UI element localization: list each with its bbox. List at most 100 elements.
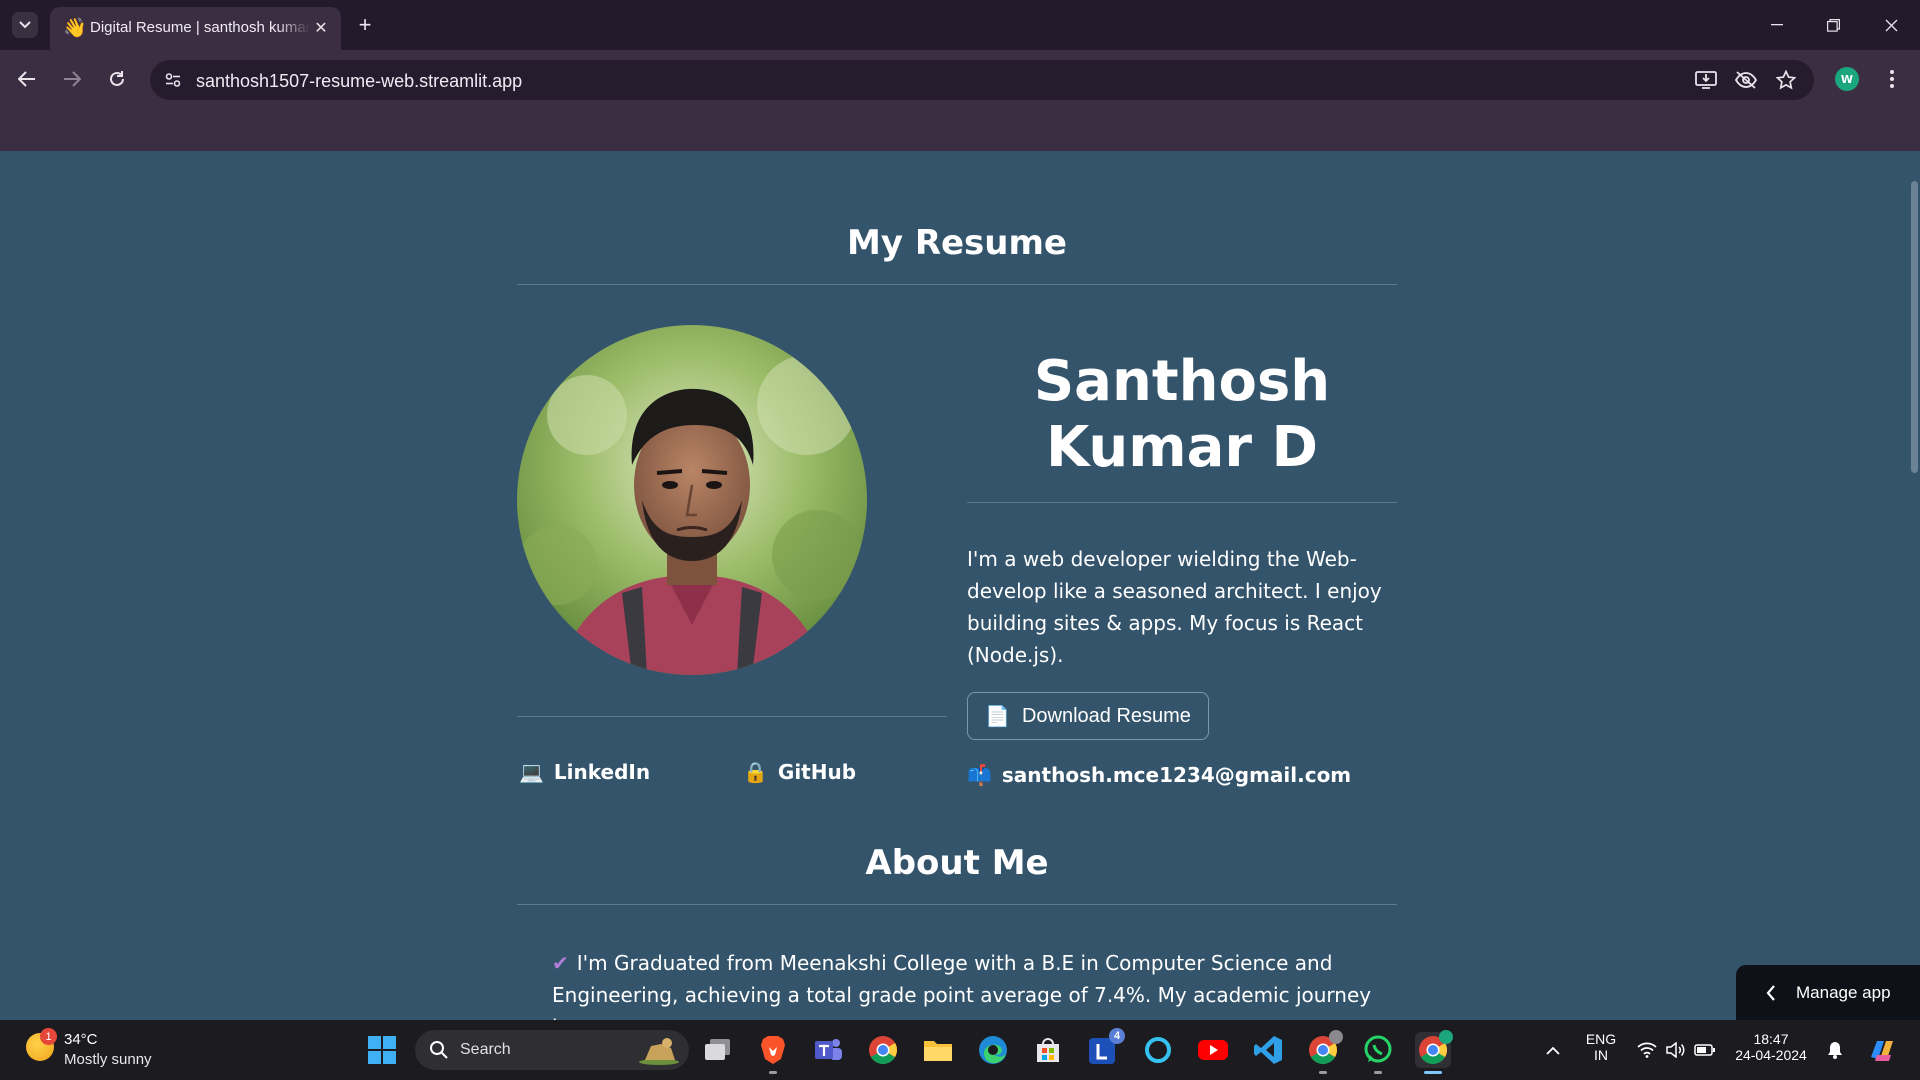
page-content: My Resume Santhosh Kumar D I'm a web dev… [0,151,1920,1020]
weather-temperature[interactable]: 34°C [64,1031,98,1048]
show-hidden-icons-button[interactable] [1542,1039,1564,1061]
cortana-taskbar[interactable] [1140,1032,1176,1068]
divider [967,502,1397,503]
more-vertical-icon [1890,70,1894,88]
reload-button[interactable] [102,64,132,94]
divider [517,716,947,717]
about-heading: About Me [865,843,1049,883]
site-info-button[interactable] [160,67,186,93]
tune-icon [165,73,181,87]
arrow-left-icon [18,71,35,87]
brave-lion-icon [761,1036,785,1064]
whatsapp-taskbar[interactable] [1360,1032,1396,1074]
manage-app-label: Manage app [1796,982,1891,1002]
chrome-active-taskbar[interactable] [1415,1030,1453,1074]
restore-button[interactable] [1818,11,1848,39]
volume-status[interactable] [1665,1039,1687,1061]
linkedin-taskbar[interactable]: 4 [1085,1028,1125,1068]
resume-heading: My Resume [846,223,1067,263]
address-bar[interactable]: santhosh1507-resume-web.streamlit.app [150,60,1814,100]
chrome-taskbar[interactable] [865,1032,901,1068]
email-label: santhosh.mce1234@gmail.com [1001,763,1352,787]
brave-browser-taskbar[interactable] [755,1032,791,1074]
linkedin-link[interactable]: 💻 LinkedIn [519,760,650,784]
taskbar-search[interactable]: Search [415,1030,689,1070]
wifi-status[interactable] [1636,1039,1658,1061]
battery-status[interactable] [1694,1039,1716,1061]
manage-app-button[interactable]: Manage app [1736,965,1920,1020]
chrome-icon [869,1036,897,1064]
store-icon [1037,1038,1059,1062]
chevron-down-icon [19,21,31,29]
teams-icon [815,1039,842,1060]
back-button[interactable] [12,64,42,94]
speaker-icon [1666,1042,1685,1058]
divider [517,284,1397,285]
bio-text: I'm a web developer wielding the Web-dev… [967,547,1382,667]
weather-condition[interactable]: Mostly sunny [64,1051,152,1068]
windows-logo-icon [368,1036,396,1064]
weather-notification-badge: 1 [40,1028,57,1045]
download-resume-button[interactable]: 📄 Download Resume [967,692,1209,740]
about-text: I'm Graduated from Meenakshi College wit… [552,951,1372,1020]
task-view-button[interactable] [700,1032,736,1068]
reload-icon [110,71,124,86]
github-label: GitHub [777,760,857,784]
close-tab-icon[interactable]: ✕ [311,17,331,37]
minimize-icon [1771,24,1783,26]
profile-badge [1439,1030,1453,1044]
running-indicator [1319,1071,1327,1074]
close-window-button[interactable] [1876,11,1906,39]
eye-off-icon [1734,71,1758,89]
download-resume-label: Download Resume [1021,704,1191,727]
running-indicator [769,1071,777,1074]
restore-icon [1826,18,1840,32]
star-icon [1776,70,1796,90]
mailbox-icon: 📫 [967,763,992,787]
clock[interactable]: 18:47 24-04-2024 [1732,1031,1810,1063]
youtube-taskbar[interactable] [1195,1032,1231,1068]
browser-menu-button[interactable] [1880,66,1904,92]
microsoft-store-taskbar[interactable] [1030,1032,1066,1068]
search-highlight-icon [639,1038,679,1065]
file-explorer-taskbar[interactable] [920,1032,956,1068]
person-name: Santhosh Kumar D [1033,349,1331,480]
chrome-profile-taskbar[interactable] [1305,1030,1343,1074]
copilot-button[interactable] [1866,1034,1898,1066]
forward-button[interactable] [57,64,87,94]
language-indicator[interactable]: ENG IN [1580,1031,1622,1063]
start-button[interactable] [364,1032,400,1068]
teams-taskbar[interactable] [810,1032,846,1068]
clock-time: 18:47 [1753,1031,1789,1047]
minimize-button[interactable] [1762,11,1792,39]
profile-avatar[interactable]: W [1835,67,1859,91]
waving-hand-favicon-icon: 👋 [63,17,87,39]
linkedin-label: LinkedIn [553,760,651,784]
github-link[interactable]: 🔒 GitHub [743,760,856,784]
scrollbar-thumb[interactable] [1911,181,1918,473]
install-app-button[interactable] [1694,69,1718,91]
notifications-button[interactable] [1824,1039,1846,1061]
task-view-icon [705,1039,730,1060]
new-tab-button[interactable]: + [353,12,377,37]
tracking-protection-button[interactable] [1734,69,1758,91]
vscode-taskbar[interactable] [1250,1032,1286,1068]
notification-badge: 4 [1109,1028,1125,1044]
chevron-up-icon [1546,1046,1560,1055]
running-indicator [1374,1071,1382,1074]
clock-date: 24-04-2024 [1735,1047,1807,1063]
close-icon [1885,19,1897,31]
wifi-icon [1637,1042,1657,1058]
browser-tab-active[interactable]: 👋 Digital Resume | santhosh kumar ✕ [50,7,341,50]
bookmark-button[interactable] [1774,69,1798,91]
streamlit-header [0,108,1920,151]
about-paragraph: ✔ I'm Graduated from Meenakshi College wi… [552,947,1382,1020]
copilot-icon [1871,1041,1893,1061]
browser-tab-strip: 👋 Digital Resume | santhosh kumar ✕ + [0,0,1920,50]
windows-taskbar: 1 34°C Mostly sunny Search 4 ENG IN 18:4… [0,1020,1920,1080]
tab-search-button[interactable] [12,12,38,38]
edge-taskbar[interactable] [975,1032,1011,1068]
email-link[interactable]: 📫 santhosh.mce1234@gmail.com [967,763,1351,787]
bell-icon [1828,1042,1842,1059]
url-text[interactable]: santhosh1507-resume-web.streamlit.app [196,71,522,92]
